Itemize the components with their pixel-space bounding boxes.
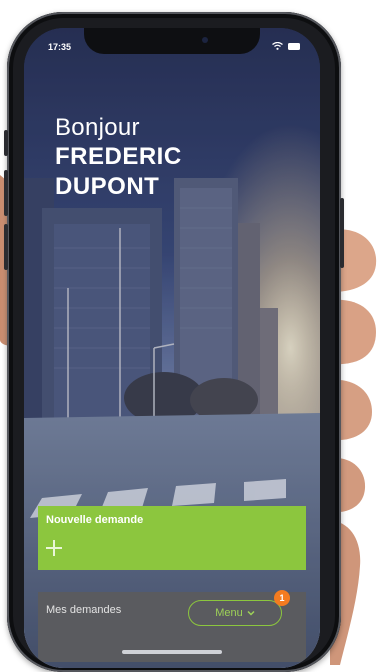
home-indicator[interactable] — [122, 650, 222, 654]
wifi-icon — [272, 42, 283, 50]
greeting: Bonjour FREDERIC DUPONT — [55, 114, 182, 202]
front-camera — [202, 37, 208, 43]
new-request-label: Nouvelle demande — [46, 514, 144, 526]
user-last-name: DUPONT — [55, 173, 160, 200]
volume-down-button — [4, 224, 8, 270]
phone-screen: 17:35 Bonjour FREDERIC DUPONT Nouvelle d… — [24, 28, 320, 668]
greeting-hello: Bonjour — [55, 114, 140, 141]
mute-switch — [4, 130, 8, 156]
chevron-down-icon — [247, 610, 255, 616]
notification-badge: 1 — [274, 590, 290, 606]
plus-icon — [46, 540, 62, 556]
battery-icon — [288, 42, 300, 50]
volume-up-button — [4, 170, 8, 216]
notch — [84, 28, 260, 54]
status-icons — [272, 42, 300, 50]
my-requests-title[interactable]: Mes demandes — [46, 604, 121, 616]
status-time: 17:35 — [48, 42, 72, 52]
user-first-name: FREDERIC — [55, 143, 182, 170]
menu-button[interactable]: Menu — [188, 600, 282, 626]
menu-label: Menu — [215, 607, 243, 619]
power-button — [340, 198, 344, 268]
new-request-button[interactable]: Nouvelle demande — [38, 506, 306, 570]
